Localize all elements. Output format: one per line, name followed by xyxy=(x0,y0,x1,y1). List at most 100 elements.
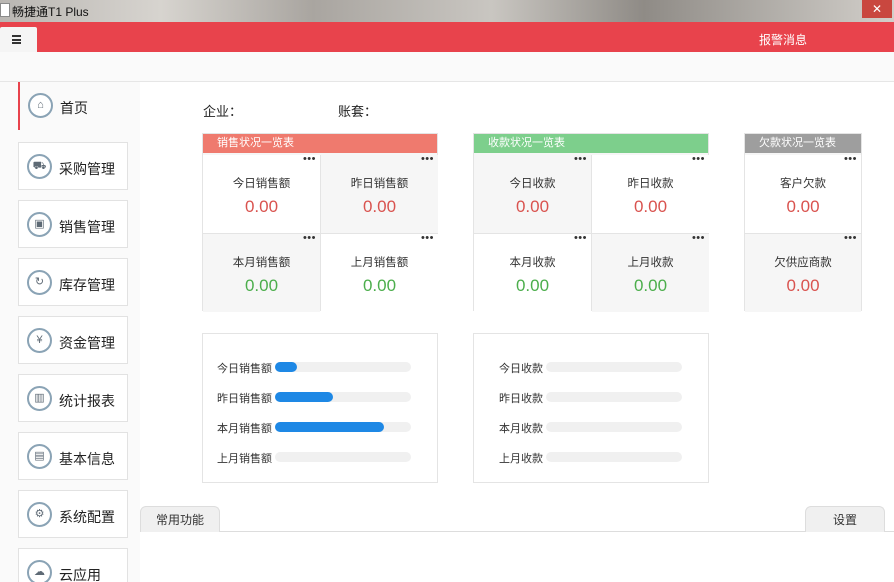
sidebar-item-sales[interactable]: ▣ 销售管理 xyxy=(18,200,128,248)
divider xyxy=(203,233,437,234)
gear-icon: ⚙ xyxy=(27,502,52,527)
hamburger-icon xyxy=(12,35,21,44)
bar-track xyxy=(275,362,411,372)
metric-label: 欠供应商款 xyxy=(774,257,832,269)
metric-label: 昨日收款 xyxy=(627,178,674,190)
bar-label: 本月收款 xyxy=(499,423,543,435)
bar-label: 昨日销售额 xyxy=(217,393,272,405)
metric-label: 上月销售额 xyxy=(350,257,409,269)
divider xyxy=(745,233,861,234)
sidebar-item-label: 库存管理 xyxy=(59,277,115,293)
sidebar-item-home[interactable]: ⌂ 首页 xyxy=(18,82,128,130)
customer-debt-cell: ••• 客户欠款 0.00 xyxy=(745,153,861,233)
sales-today-cell: ••• 今日销售额 0.00 xyxy=(203,153,320,233)
metric-value: 0.00 xyxy=(362,197,397,216)
bar-track xyxy=(546,452,682,462)
bar-row: 今日销售额 xyxy=(203,360,437,375)
sidebar-item-purchase[interactable]: ⛟ 采购管理 xyxy=(18,142,128,190)
metric-label: 上月收款 xyxy=(627,257,674,269)
bar-row: 本月收款 xyxy=(474,420,708,435)
more-icon[interactable]: ••• xyxy=(303,153,316,165)
alert-messages-link[interactable]: 报警消息 xyxy=(759,31,807,48)
window-title: 畅捷通T1 Plus xyxy=(12,5,89,19)
bar-fill xyxy=(275,362,297,372)
bar-row: 上月收款 xyxy=(474,450,708,465)
document-icon: ▤ xyxy=(27,444,52,469)
company-label: 企业： xyxy=(203,104,243,119)
sales-yesterday-cell: ••• 昨日销售额 0.00 xyxy=(321,153,438,233)
receipts-bar-panel: 今日收款 昨日收款 本月收款 上月收款 xyxy=(473,333,709,483)
receipts-yesterday-cell: ••• 昨日收款 0.00 xyxy=(592,153,709,233)
sidebar-item-funds[interactable]: ¥ 资金管理 xyxy=(18,316,128,364)
bar-label: 今日销售额 xyxy=(217,363,272,375)
metric-label: 今日收款 xyxy=(509,178,556,190)
metric-value: 0.00 xyxy=(515,197,550,216)
bar-fill xyxy=(275,422,384,432)
sales-summary-card: 销售状况一览表 ••• 今日销售额 0.00 ••• 昨日销售额 0.00 ••… xyxy=(202,133,438,312)
sub-header xyxy=(0,52,894,82)
bar-row: 昨日收款 xyxy=(474,390,708,405)
receipts-today-cell: ••• 今日收款 0.00 xyxy=(474,153,591,233)
debts-summary-card: 欠款状况一览表 ••• 客户欠款 0.00 ••• 欠供应商款 0.00 xyxy=(744,133,862,312)
metric-label: 本月收款 xyxy=(509,257,556,269)
sidebar-item-label: 云应用 xyxy=(59,567,101,582)
metric-label: 今日销售额 xyxy=(232,178,291,190)
money-icon: ¥ xyxy=(27,328,52,353)
sidebar-item-label: 首页 xyxy=(60,100,88,116)
bar-label: 今日收款 xyxy=(499,363,543,375)
bar-track xyxy=(546,362,682,372)
tab-common-functions[interactable]: 常用功能 xyxy=(140,506,220,532)
account-label: 账套： xyxy=(338,104,378,119)
window-titlebar: 畅捷通T1 Plus ✕ xyxy=(0,0,894,22)
card-title: 销售状况一览表 xyxy=(203,134,437,153)
sidebar-item-cloud-apps[interactable]: ☁ 云应用 xyxy=(18,548,128,582)
sales-lastmonth-cell: ••• 上月销售额 0.00 xyxy=(321,232,438,312)
metric-label: 客户欠款 xyxy=(780,178,826,190)
sales-month-cell: ••• 本月销售额 0.00 xyxy=(203,232,320,312)
tab-settings[interactable]: 设置 xyxy=(805,506,885,532)
bar-track xyxy=(546,422,682,432)
bar-row: 今日收款 xyxy=(474,360,708,375)
sidebar-item-label: 采购管理 xyxy=(59,161,115,177)
supplier-debt-cell: ••• 欠供应商款 0.00 xyxy=(745,232,861,312)
receipts-lastmonth-cell: ••• 上月收款 0.00 xyxy=(592,232,709,312)
sales-bar-panel: 今日销售额 昨日销售额 本月销售额 上月销售额 xyxy=(202,333,438,483)
home-icon: ⌂ xyxy=(28,93,53,118)
receipts-month-cell: ••• 本月收款 0.00 xyxy=(474,232,591,312)
sidebar-item-basic-info[interactable]: ▤ 基本信息 xyxy=(18,432,128,480)
metric-value: 0.00 xyxy=(633,197,668,216)
sidebar-item-reports[interactable]: ▥ 统计报表 xyxy=(18,374,128,422)
metric-value: 0.00 xyxy=(633,276,668,295)
sidebar-item-label: 系统配置 xyxy=(59,509,115,525)
bar-row: 上月销售额 xyxy=(203,450,437,465)
window-close-button[interactable]: ✕ xyxy=(862,0,892,18)
cloud-icon: ☁ xyxy=(27,560,52,582)
sidebar-item-label: 销售管理 xyxy=(59,219,115,235)
divider xyxy=(474,233,708,234)
bar-row: 昨日销售额 xyxy=(203,390,437,405)
bar-label: 上月销售额 xyxy=(217,453,272,465)
metric-label: 本月销售额 xyxy=(232,257,291,269)
bar-fill xyxy=(275,392,334,402)
sidebar-item-inventory[interactable]: ↻ 库存管理 xyxy=(18,258,128,306)
common-functions-area xyxy=(140,504,894,582)
card-title: 收款状况一览表 xyxy=(474,134,708,153)
sidebar-item-label: 资金管理 xyxy=(59,335,115,351)
box-icon: ▣ xyxy=(27,212,52,237)
metric-value: 0.00 xyxy=(244,276,279,295)
bar-label: 上月收款 xyxy=(499,453,543,465)
more-icon[interactable]: ••• xyxy=(844,153,857,165)
app-icon xyxy=(0,3,10,17)
bar-track xyxy=(275,422,411,432)
receipts-summary-card: 收款状况一览表 ••• 今日收款 0.00 ••• 昨日收款 0.00 ••• … xyxy=(473,133,709,312)
sidebar-item-label: 统计报表 xyxy=(59,393,115,409)
more-icon[interactable]: ••• xyxy=(692,153,705,165)
metric-value: 0.00 xyxy=(786,276,820,295)
more-icon[interactable]: ••• xyxy=(421,153,434,165)
more-icon[interactable]: ••• xyxy=(574,153,587,165)
tab-divider xyxy=(140,531,894,532)
sidebar-item-label: 基本信息 xyxy=(59,451,115,467)
sidebar-item-system-config[interactable]: ⚙ 系统配置 xyxy=(18,490,128,538)
menu-button[interactable] xyxy=(0,27,37,52)
metric-value: 0.00 xyxy=(362,276,397,295)
